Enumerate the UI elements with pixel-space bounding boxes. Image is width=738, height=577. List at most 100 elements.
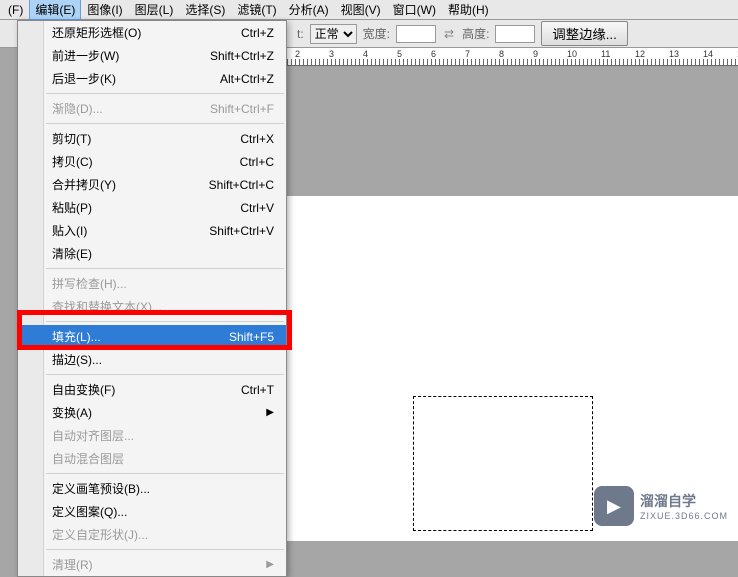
menu-item[interactable]: 贴入(I) Shift+Ctrl+V (18, 219, 286, 242)
menu-image[interactable]: 图像(I) (81, 0, 128, 20)
menu-item: 渐隐(D)... Shift+Ctrl+F (18, 97, 286, 120)
swap-icon[interactable]: ⇄ (442, 27, 456, 41)
menu-separator (46, 549, 284, 550)
ruler-tick: 14 (703, 49, 713, 59)
menu-shortcut: Ctrl+C (220, 155, 274, 169)
menu-shortcut: Ctrl+T (221, 383, 274, 397)
menu-separator (46, 321, 284, 322)
ruler-tick: 4 (363, 49, 368, 59)
menu-item-label: 剪切(T) (52, 130, 91, 147)
ruler-tick: 12 (635, 49, 645, 59)
menu-item[interactable]: 填充(L)... Shift+F5 (18, 325, 286, 348)
menu-separator (46, 93, 284, 94)
menu-item: 查找和替换文本(X)... (18, 295, 286, 318)
menu-separator (46, 473, 284, 474)
menu-edit[interactable]: 编辑(E) (29, 0, 81, 20)
watermark-sub: ZIXUE.3D66.COM (640, 511, 728, 521)
menu-item-label: 还原矩形选框(O) (52, 24, 141, 41)
menu-file[interactable]: (F) (2, 1, 29, 19)
height-label: 高度: (462, 25, 489, 42)
menu-item[interactable]: 还原矩形选框(O) Ctrl+Z (18, 21, 286, 44)
menu-window[interactable]: 窗口(W) (387, 0, 442, 20)
ruler-tick: 6 (431, 49, 436, 59)
menu-item: 定义自定形状(J)... (18, 523, 286, 546)
menu-item-label: 填充(L)... (52, 328, 101, 345)
menu-shortcut: Ctrl+X (220, 132, 274, 146)
menu-item-label: 渐隐(D)... (52, 100, 103, 117)
menu-item: 自动混合图层 (18, 447, 286, 470)
canvas-area: ▶ 溜溜自学 ZIXUE.3D66.COM (287, 66, 738, 541)
menu-item-label: 贴入(I) (52, 222, 87, 239)
menu-item-label: 变换(A) (52, 404, 92, 421)
menu-shortcut: Shift+Ctrl+F (190, 102, 274, 116)
menu-item-label: 自由变换(F) (52, 381, 115, 398)
menu-analysis[interactable]: 分析(A) (283, 0, 335, 20)
height-input[interactable] (495, 25, 535, 43)
menu-item[interactable]: 后退一步(K) Alt+Ctrl+Z (18, 67, 286, 90)
ruler-horizontal: 2 3 4 5 6 7 8 9 10 11 12 13 14 15 (287, 48, 738, 66)
adjust-edges-button[interactable]: 调整边缘... (541, 21, 627, 46)
menu-item-label: 描边(S)... (52, 351, 102, 368)
menu-item[interactable]: 描边(S)... (18, 348, 286, 371)
menu-item: 自动对齐图层... (18, 424, 286, 447)
menubar: (F) 编辑(E) 图像(I) 图层(L) 选择(S) 滤镜(T) 分析(A) … (0, 0, 738, 20)
submenu-arrow-icon: ▶ (266, 559, 274, 570)
menu-item-label: 定义图案(Q)... (52, 503, 127, 520)
width-label: 宽度: (363, 25, 390, 42)
ruler-tick: 3 (329, 49, 334, 59)
menu-item[interactable]: 定义图案(Q)... (18, 500, 286, 523)
watermark-title: 溜溜自学 (640, 491, 728, 511)
selection-marquee[interactable] (413, 396, 593, 531)
menu-filter[interactable]: 滤镜(T) (231, 0, 282, 20)
menu-item-label: 清理(R) (52, 556, 93, 573)
menu-select[interactable]: 选择(S) (179, 0, 231, 20)
watermark: ▶ 溜溜自学 ZIXUE.3D66.COM (594, 486, 728, 526)
menu-shortcut: Shift+Ctrl+C (189, 178, 274, 192)
mode-select[interactable]: 正常 (310, 24, 357, 44)
ruler-tick: 7 (465, 49, 470, 59)
menu-item-label: 拼写检查(H)... (52, 275, 127, 292)
menu-shortcut: Ctrl+Z (221, 26, 274, 40)
menu-item-label: 自动对齐图层... (52, 427, 134, 444)
menu-item-label: 定义自定形状(J)... (52, 526, 148, 543)
menu-separator (46, 374, 284, 375)
menu-help[interactable]: 帮助(H) (442, 0, 495, 20)
menu-item: 清理(R) ▶ (18, 553, 286, 576)
menu-item[interactable]: 定义画笔预设(B)... (18, 477, 286, 500)
menu-item-label: 自动混合图层 (52, 450, 124, 467)
menu-shortcut: Alt+Ctrl+Z (200, 72, 274, 86)
menu-shortcut: Shift+Ctrl+V (189, 224, 274, 238)
menu-item[interactable]: 合并拷贝(Y) Shift+Ctrl+C (18, 173, 286, 196)
menu-item[interactable]: 自由变换(F) Ctrl+T (18, 378, 286, 401)
menu-item[interactable]: 清除(E) (18, 242, 286, 265)
menu-item-label: 合并拷贝(Y) (52, 176, 116, 193)
play-icon: ▶ (594, 486, 634, 526)
menu-shortcut: Shift+Ctrl+Z (190, 49, 274, 63)
canvas[interactable]: ▶ 溜溜自学 ZIXUE.3D66.COM (287, 196, 738, 541)
ruler-tick: 8 (499, 49, 504, 59)
width-input[interactable] (396, 25, 436, 43)
menu-item-label: 定义画笔预设(B)... (52, 480, 150, 497)
menu-view[interactable]: 视图(V) (335, 0, 387, 20)
menu-item-label: 后退一步(K) (52, 70, 116, 87)
menu-item[interactable]: 前进一步(W) Shift+Ctrl+Z (18, 44, 286, 67)
ruler-tick: 5 (397, 49, 402, 59)
menu-item-label: 前进一步(W) (52, 47, 119, 64)
menu-item: 拼写检查(H)... (18, 272, 286, 295)
menu-item[interactable]: 变换(A)▶ (18, 401, 286, 424)
menu-item[interactable]: 粘贴(P) Ctrl+V (18, 196, 286, 219)
ruler-tick: 2 (295, 49, 300, 59)
menu-shortcut: Shift+F5 (209, 330, 274, 344)
menu-item[interactable]: 拷贝(C)Ctrl+C (18, 150, 286, 173)
ruler-tick: 9 (533, 49, 538, 59)
menu-separator (46, 268, 284, 269)
menu-item-label: 查找和替换文本(X)... (52, 298, 162, 315)
menu-shortcut: Ctrl+V (220, 201, 274, 215)
menu-item-label: 粘贴(P) (52, 199, 92, 216)
menu-layer[interactable]: 图层(L) (129, 0, 180, 20)
edit-menu-dropdown: 还原矩形选框(O) Ctrl+Z 前进一步(W) Shift+Ctrl+Z 后退一步(K… (17, 20, 287, 577)
menu-item[interactable]: 剪切(T) Ctrl+X (18, 127, 286, 150)
ruler-tick: 13 (669, 49, 679, 59)
mode-label: t: (297, 27, 304, 41)
menu-separator (46, 123, 284, 124)
